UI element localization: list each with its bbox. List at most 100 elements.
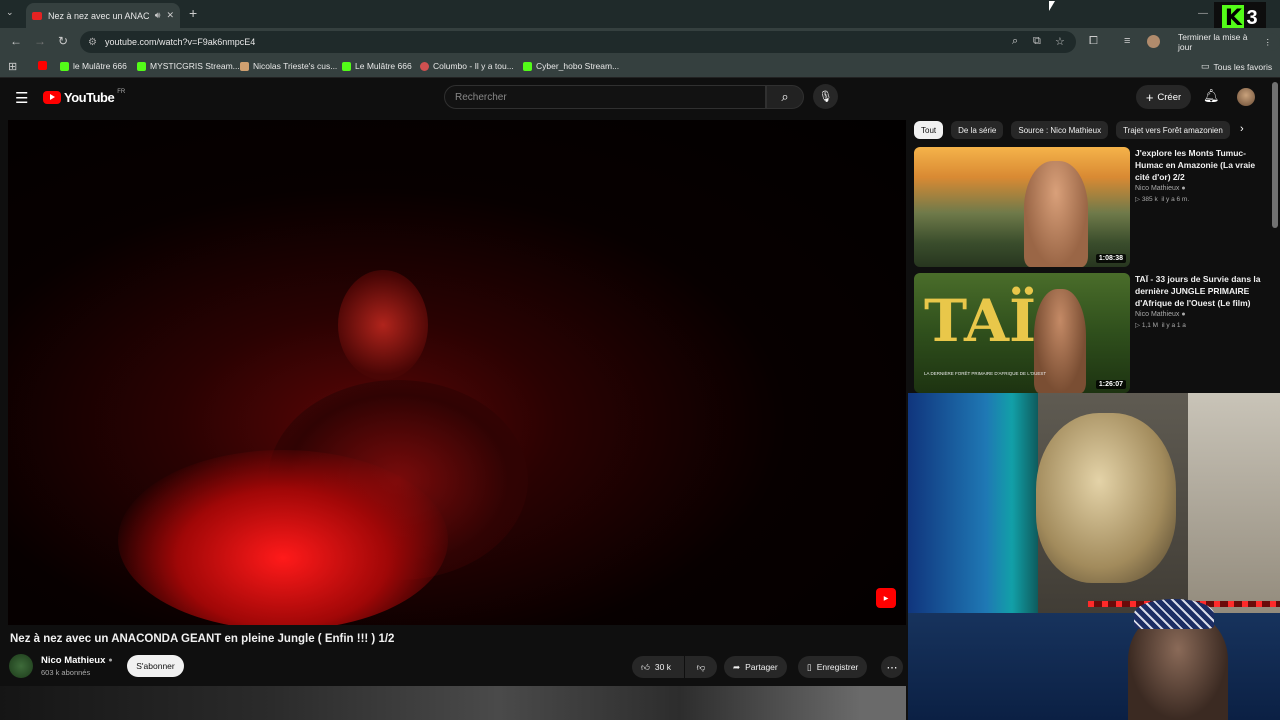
channel-name[interactable]: Nico Mathieux ● <box>41 655 113 666</box>
bookmark-star-icon[interactable]: ☆ <box>1055 35 1065 48</box>
upload-age: il y a 6 m. <box>1161 196 1190 203</box>
speaker-icon[interactable]: 🔊︎ <box>155 10 161 21</box>
upload-age: il y a 1 a <box>1161 322 1186 329</box>
forward-icon[interactable]: → <box>34 34 46 48</box>
region-code: FR <box>117 88 126 95</box>
update-button[interactable]: Terminer la mise à jour ⋮ <box>1170 32 1280 52</box>
view-count: 385 k <box>1141 196 1158 203</box>
share-label: Partager <box>745 662 778 672</box>
extensions-icon[interactable]: ⧠ <box>1089 35 1098 48</box>
subscribe-button[interactable]: S'abonner <box>127 655 184 677</box>
search-button[interactable]: ⌕ <box>766 85 804 109</box>
all-bookmarks[interactable]: ▭ Tous les favoris <box>1201 61 1272 72</box>
chip-source[interactable]: Source : Nico Mathieux <box>1011 121 1109 139</box>
tab-list-icon[interactable]: ⌄ <box>6 7 14 18</box>
kick-icon <box>137 61 146 71</box>
save-button[interactable]: ▯ Enregistrer <box>798 656 868 678</box>
recommendation-item[interactable]: TAÏ LA DERNIÈRE FORÊT PRIMAIRE D'AFRIQUE… <box>914 273 1274 393</box>
thumbnail-title-text: TAÏ <box>924 287 1037 355</box>
dislike-button[interactable]: 👎︎ <box>685 656 717 678</box>
install-icon[interactable]: ⧉ <box>1033 35 1041 48</box>
account-avatar[interactable] <box>1237 88 1255 106</box>
bookmark-label: le Mulâtre 666 <box>73 61 127 71</box>
reading-list-icon[interactable]: ≡ <box>1124 35 1130 47</box>
update-button-label: Terminer la mise à jour <box>1178 32 1248 52</box>
recommendation-channel-text: Nico Mathieux <box>1135 185 1180 192</box>
bookmark-item[interactable]: MYSTICGRIS Stream... <box>137 61 240 71</box>
video-title: Nez à nez avec un ANACONDA GEANT en plei… <box>10 633 395 645</box>
youtube-logo[interactable]: YouTube FR <box>43 88 126 105</box>
duration-badge: 1:08:38 <box>1095 254 1126 263</box>
search-icon: ⌕ <box>781 89 789 104</box>
recommendation-channel[interactable]: Nico Mathieux ● <box>1135 311 1271 318</box>
video-frame-hands <box>118 450 448 625</box>
save-playlist-icon: ▯ <box>807 661 812 672</box>
bookmark-youtube[interactable] <box>38 61 47 70</box>
recommendation-channel[interactable]: Nico Mathieux ● <box>1135 185 1271 192</box>
more-actions-icon[interactable]: ⋯ <box>881 656 903 678</box>
channel-watermark-icon[interactable]: ▶ <box>876 588 896 608</box>
verified-icon: ● <box>1181 185 1186 192</box>
url-text: youtube.com/watch?v=F9ak6nmpcE4 <box>104 37 256 47</box>
globe-icon <box>420 61 429 71</box>
like-button[interactable]: 👍︎ 30 k <box>632 656 684 678</box>
video-player[interactable]: ▶ <box>8 120 906 625</box>
folder-icon: ▭ <box>1201 61 1210 71</box>
recommendation-title[interactable]: TAÏ - 33 jours de Survie dans la dernièr… <box>1135 273 1271 309</box>
bookmark-item[interactable]: Le Mulâtre 666 <box>342 61 412 71</box>
description-preview <box>0 686 906 720</box>
new-tab-icon[interactable]: + <box>189 5 197 21</box>
bookmark-item[interactable]: Columbo - Il y a tou... <box>420 61 514 71</box>
view-count: 1,1 M <box>1141 322 1159 329</box>
search-input[interactable]: Rechercher <box>444 85 766 109</box>
browser-tab[interactable]: Nez à nez avec un ANACONDA 🔊︎ ✕ <box>26 3 180 28</box>
profile-avatar[interactable] <box>1147 35 1160 48</box>
youtube-favicon-icon <box>32 11 42 20</box>
voice-search-button[interactable]: 🎙︎ <box>813 84 838 109</box>
channel-name-text: Nico Mathieux <box>41 655 106 666</box>
bookmark-label: Le Mulâtre 666 <box>355 61 412 71</box>
verified-icon: ● <box>108 657 113 664</box>
subscriber-count: 603 k abonnés <box>41 668 91 677</box>
zoom-icon[interactable]: ⌕ <box>1012 35 1018 48</box>
all-bookmarks-label: Tous les favoris <box>1213 61 1273 72</box>
browser-tab-bar: ⌄ Nez à nez avec un ANACONDA 🔊︎ ✕ + — K … <box>0 0 1280 34</box>
create-button[interactable]: + Créer <box>1136 85 1191 109</box>
menu-icon[interactable]: ☰ <box>15 89 28 107</box>
chip-series[interactable]: De la série <box>951 121 1004 139</box>
chip-trip[interactable]: Trajet vers Forêt amazonien <box>1116 121 1230 139</box>
verified-icon: ● <box>1181 311 1186 318</box>
url-field[interactable]: ⚙ youtube.com/watch?v=F9ak6nmpcE4 <box>80 31 1076 53</box>
mouse-cursor-icon <box>1049 1 1055 11</box>
chevron-right-icon[interactable]: › <box>1240 123 1244 135</box>
bookmark-item[interactable]: le Mulâtre 666 <box>60 61 127 71</box>
reload-icon[interactable]: ↻ <box>58 34 68 48</box>
search-placeholder: Rechercher <box>455 91 507 103</box>
webcam-bandana <box>1134 599 1214 629</box>
like-count: 30 k <box>654 662 671 672</box>
notifications-bell-icon[interactable]: 🔔︎ <box>1203 88 1220 104</box>
chip-all[interactable]: Tout <box>914 121 944 139</box>
channel-avatar[interactable] <box>9 654 33 678</box>
kick-icon <box>60 61 69 71</box>
recommendation-meta: TAÏ - 33 jours de Survie dans la dernièr… <box>1135 273 1271 329</box>
address-bar-row: ← → ↻ ⚙ youtube.com/watch?v=F9ak6nmpcE4 … <box>0 28 1280 56</box>
bookmark-item[interactable]: Nicolas Trieste's cus... <box>240 61 337 71</box>
bookmark-label: Nicolas Trieste's cus... <box>253 61 338 71</box>
site-info-icon[interactable]: ⚙ <box>88 37 97 48</box>
recommendation-title[interactable]: J'explore les Monts Tumuc-Humac en Amazo… <box>1135 147 1271 183</box>
bookmark-item[interactable]: Cyber_hobo Stream... <box>523 61 619 71</box>
share-button[interactable]: ➦ Partager <box>724 656 787 678</box>
recommendation-thumbnail[interactable]: TAÏ LA DERNIÈRE FORÊT PRIMAIRE D'AFRIQUE… <box>914 273 1130 393</box>
microphone-icon: 🎙︎ <box>818 91 833 103</box>
kick-icon <box>342 61 351 71</box>
back-icon[interactable]: ← <box>10 34 22 48</box>
plus-icon: + <box>1145 89 1154 105</box>
minimize-icon[interactable]: — <box>1198 8 1208 19</box>
youtube-icon <box>38 61 47 70</box>
close-tab-icon[interactable]: ✕ <box>166 10 174 21</box>
apps-grid-icon[interactable]: ⊞ <box>8 60 17 73</box>
recommendation-item[interactable]: 1:08:38 J'explore les Monts Tumuc-Humac … <box>914 147 1274 267</box>
youtube-play-icon <box>43 91 61 104</box>
recommendation-thumbnail[interactable]: 1:08:38 <box>914 147 1130 267</box>
